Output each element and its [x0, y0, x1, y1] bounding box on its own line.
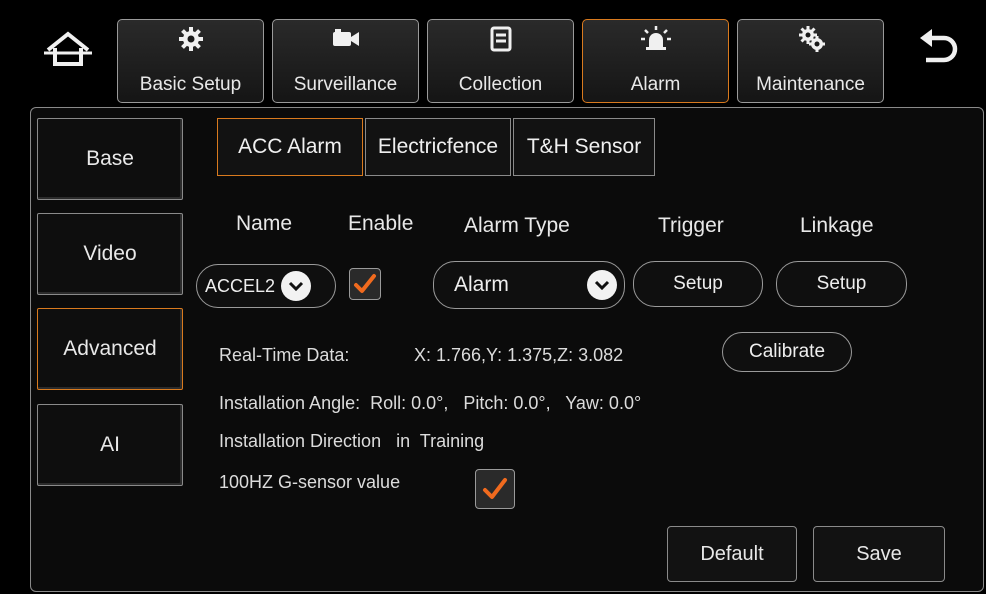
default-label: Default: [700, 542, 764, 565]
sidebar-item-video[interactable]: Video: [37, 213, 183, 295]
default-button[interactable]: Default: [667, 526, 797, 582]
installation-direction: Installation Direction in Training: [219, 431, 485, 451]
header-alarm-type: Alarm Type: [464, 214, 570, 237]
sidebar-item-label: Base: [86, 147, 134, 170]
back-button[interactable]: [910, 24, 966, 72]
tab-label: Surveillance: [293, 74, 398, 95]
calibrate-label: Calibrate: [748, 341, 826, 362]
home-button[interactable]: [40, 26, 96, 72]
subtab-acc-alarm[interactable]: ACC Alarm: [217, 118, 363, 176]
subtab-th-sensor[interactable]: T&H Sensor: [513, 118, 655, 176]
alarm-light-icon: [640, 26, 671, 50]
sidebar-item-label: Advanced: [63, 337, 157, 360]
tab-surveillance[interactable]: Surveillance: [272, 19, 419, 103]
calibrate-button[interactable]: Calibrate: [722, 332, 852, 372]
sidebar-item-ai[interactable]: AI: [37, 404, 183, 486]
trigger-setup-label: Setup: [673, 273, 723, 294]
enable-checkbox[interactable]: [349, 268, 381, 300]
gsensor-checkbox[interactable]: [475, 469, 515, 509]
tab-label: Maintenance: [756, 74, 865, 95]
camera-icon: [332, 29, 359, 46]
name-select-value: ACCEL2: [205, 275, 276, 296]
chevron-down-icon: [587, 270, 617, 300]
sidebar-item-advanced[interactable]: Advanced: [37, 308, 183, 390]
gears-icon: [798, 26, 825, 52]
sidebar-item-label: AI: [100, 433, 120, 456]
installation-angle: Installation Angle: Roll: 0.0°, Pitch: 0…: [219, 393, 642, 413]
home-icon: [44, 31, 92, 66]
checkmark-icon: [354, 274, 376, 293]
tab-alarm[interactable]: Alarm: [582, 19, 729, 103]
storage-icon: [490, 26, 511, 52]
header-trigger: Trigger: [658, 214, 724, 237]
header-enable: Enable: [348, 212, 414, 235]
checkmark-icon: [483, 478, 507, 499]
subtab-label: ACC Alarm: [238, 135, 342, 158]
header-linkage: Linkage: [800, 214, 874, 237]
back-arrow-icon: [920, 29, 958, 63]
header-name: Name: [236, 212, 293, 235]
subtab-label: T&H Sensor: [526, 135, 642, 158]
tab-label: Alarm: [630, 74, 681, 95]
save-label: Save: [856, 542, 902, 565]
tab-collection[interactable]: Collection: [427, 19, 574, 103]
subtab-electricfence[interactable]: Electricfence: [365, 118, 511, 176]
linkage-setup-label: Setup: [816, 273, 867, 294]
tab-maintenance[interactable]: Maintenance: [737, 19, 884, 103]
trigger-setup-button[interactable]: Setup: [633, 261, 763, 307]
tab-label: Basic Setup: [139, 74, 242, 95]
chevron-down-icon: [281, 271, 312, 301]
tab-basic-setup[interactable]: Basic Setup: [117, 19, 264, 103]
alarm-type-select[interactable]: Alarm: [433, 261, 625, 309]
realtime-value: X: 1.766,Y: 1.375,Z: 3.082: [414, 345, 624, 365]
name-select[interactable]: ACCEL2: [196, 264, 336, 308]
sidebar-item-label: Video: [83, 242, 137, 265]
gsensor-label: 100HZ G-sensor value: [219, 472, 401, 492]
alarm-type-value: Alarm: [454, 273, 509, 296]
tab-label: Collection: [458, 74, 543, 95]
subtab-label: Electricfence: [377, 135, 499, 158]
gear-icon: [178, 27, 203, 51]
realtime-label: Real-Time Data:: [219, 345, 350, 365]
linkage-setup-button[interactable]: Setup: [776, 261, 907, 307]
sidebar-item-base[interactable]: Base: [37, 118, 183, 200]
save-button[interactable]: Save: [813, 526, 945, 582]
